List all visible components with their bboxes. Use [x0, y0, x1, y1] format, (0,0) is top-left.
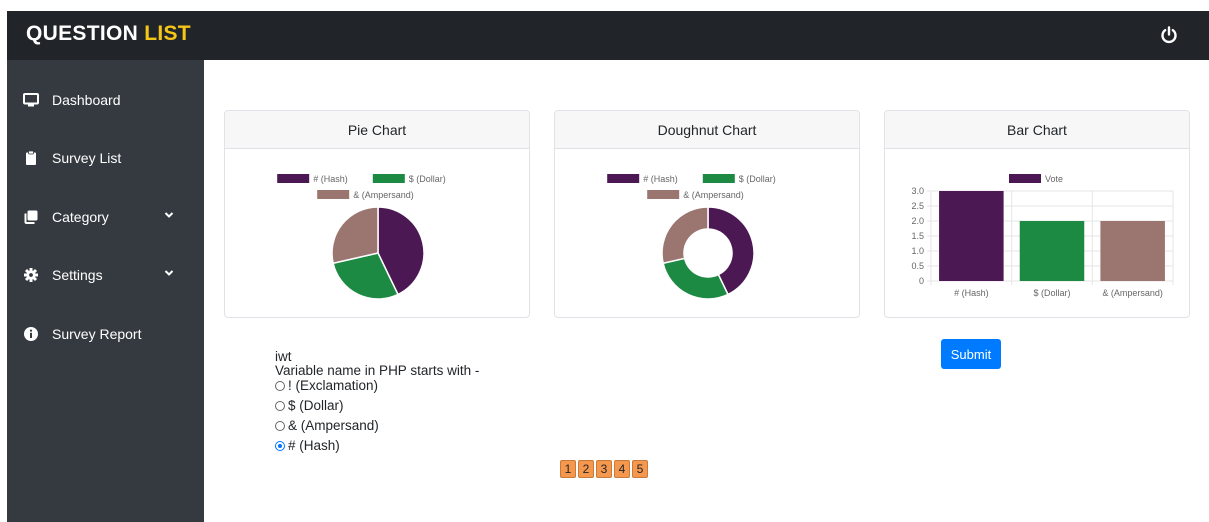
question-block: iwt Variable name in PHP starts with - !… — [275, 350, 479, 456]
power-icon[interactable] — [1159, 25, 1179, 45]
card-title: Pie Chart — [225, 111, 529, 149]
clipboard-icon — [26, 150, 36, 165]
main-content: Pie Chart # (Hash) $ (Dollar) & (Ampersand… — [204, 60, 1209, 522]
sidebar-item-survey-report[interactable]: Survey Report — [7, 314, 204, 354]
x-tick-label: $ (Dollar) — [1033, 288, 1070, 298]
sidebar: Dashboard Survey List Category Settings … — [7, 60, 204, 522]
radio-button[interactable] — [275, 381, 285, 391]
legend-swatch — [372, 174, 405, 183]
brand-text: QUESTION — [26, 22, 139, 45]
radio-button-selected[interactable] — [275, 441, 285, 451]
legend-swatch — [647, 190, 680, 199]
legend-label: # (Hash) — [313, 174, 348, 184]
legend-label: & (Ampersand) — [353, 190, 414, 200]
x-tick-label: # (Hash) — [954, 288, 989, 298]
y-tick-label: 2.5 — [911, 201, 924, 211]
top-navbar: QUESTION LIST — [7, 11, 1209, 60]
legend-label: & (Ampersand) — [683, 190, 744, 200]
doughnut-slice — [662, 257, 729, 300]
y-tick-label: 1.5 — [911, 231, 924, 241]
legend-swatch — [607, 174, 640, 183]
app-frame: QUESTION LIST Dashboard Survey List Cate… — [7, 11, 1209, 522]
pagination: 12345 — [560, 460, 650, 478]
y-tick-label: 2.0 — [911, 216, 924, 226]
doughnut-chart-card: Doughnut Chart # (Hash) $ (Dollar) & (Ampe… — [554, 110, 860, 318]
y-tick-label: 1.0 — [911, 246, 924, 256]
radio-button[interactable] — [275, 421, 285, 431]
legend-label: Vote — [1045, 174, 1063, 184]
answer-option[interactable]: $ (Dollar) — [275, 396, 479, 416]
legend-label: $ (Dollar) — [409, 174, 446, 184]
sidebar-item-label: Settings — [52, 267, 103, 283]
pie-chart-card: Pie Chart # (Hash) $ (Dollar) & (Ampersand… — [224, 110, 530, 318]
doughnut-chart: # (Hash) $ (Dollar) & (Ampersand) — [607, 174, 776, 300]
page-button[interactable]: 1 — [560, 460, 576, 478]
brand-logo[interactable]: QUESTION LIST — [26, 22, 191, 46]
sidebar-item-label: Survey Report — [52, 326, 142, 342]
legend-label: $ (Dollar) — [739, 174, 776, 184]
y-tick-label: 0 — [919, 276, 924, 286]
desktop-icon — [23, 93, 39, 107]
brand-text-accent: LIST — [144, 22, 191, 45]
page-button[interactable]: 3 — [596, 460, 612, 478]
option-label: & (Ampersand) — [288, 418, 379, 433]
page-button[interactable]: 4 — [614, 460, 630, 478]
copy-icon — [24, 210, 38, 224]
pie-chart: # (Hash) $ (Dollar) & (Ampersand) — [277, 174, 446, 300]
option-label: ! (Exclamation) — [288, 378, 379, 393]
answer-option[interactable]: & (Ampersand) — [275, 416, 479, 436]
sidebar-item-label: Dashboard — [52, 92, 121, 108]
x-tick-label: & (Ampersand) — [1102, 288, 1163, 298]
question-user: iwt — [275, 349, 292, 364]
sidebar-item-category[interactable]: Category — [7, 197, 204, 237]
sidebar-item-dashboard[interactable]: Dashboard — [7, 80, 204, 120]
pie-slice — [331, 206, 379, 265]
y-tick-label: 3.0 — [911, 186, 924, 196]
doughnut-slice — [661, 206, 709, 265]
legend-swatch — [1009, 174, 1041, 183]
page-button[interactable]: 2 — [578, 460, 594, 478]
bar-chart-card: Bar Chart Vote 3.0 2.5 2.0 1.5 1.0 0.5 0 # (Ha… — [884, 110, 1190, 318]
gear-icon — [24, 268, 38, 282]
sidebar-item-survey-list[interactable]: Survey List — [7, 138, 204, 178]
page-button[interactable]: 5 — [632, 460, 648, 478]
sidebar-item-settings[interactable]: Settings — [7, 255, 204, 295]
y-tick-label: 0.5 — [911, 261, 924, 271]
option-label: # (Hash) — [288, 438, 340, 453]
chevron-down-icon[interactable] — [163, 267, 175, 279]
legend-swatch — [702, 174, 735, 183]
legend-swatch — [277, 174, 310, 183]
bar-chart: Vote 3.0 2.5 2.0 1.5 1.0 0.5 0 # (Hash) $ (Doll… — [911, 174, 1174, 298]
answer-option[interactable]: # (Hash) — [275, 436, 479, 456]
card-title: Doughnut Chart — [555, 111, 859, 149]
legend-label: # (Hash) — [643, 174, 678, 184]
option-label: $ (Dollar) — [288, 398, 344, 413]
sidebar-item-label: Survey List — [52, 150, 122, 166]
bar — [1019, 221, 1085, 281]
sidebar-item-label: Category — [52, 209, 109, 225]
submit-button[interactable]: Submit — [941, 339, 1001, 369]
radio-button[interactable] — [275, 401, 285, 411]
legend-swatch — [317, 190, 350, 199]
chevron-down-icon[interactable] — [163, 209, 175, 221]
answer-option[interactable]: ! (Exclamation) — [275, 376, 479, 396]
bar — [1100, 221, 1165, 281]
bar — [939, 191, 1004, 281]
info-circle-icon — [24, 327, 38, 341]
card-title: Bar Chart — [885, 111, 1189, 149]
